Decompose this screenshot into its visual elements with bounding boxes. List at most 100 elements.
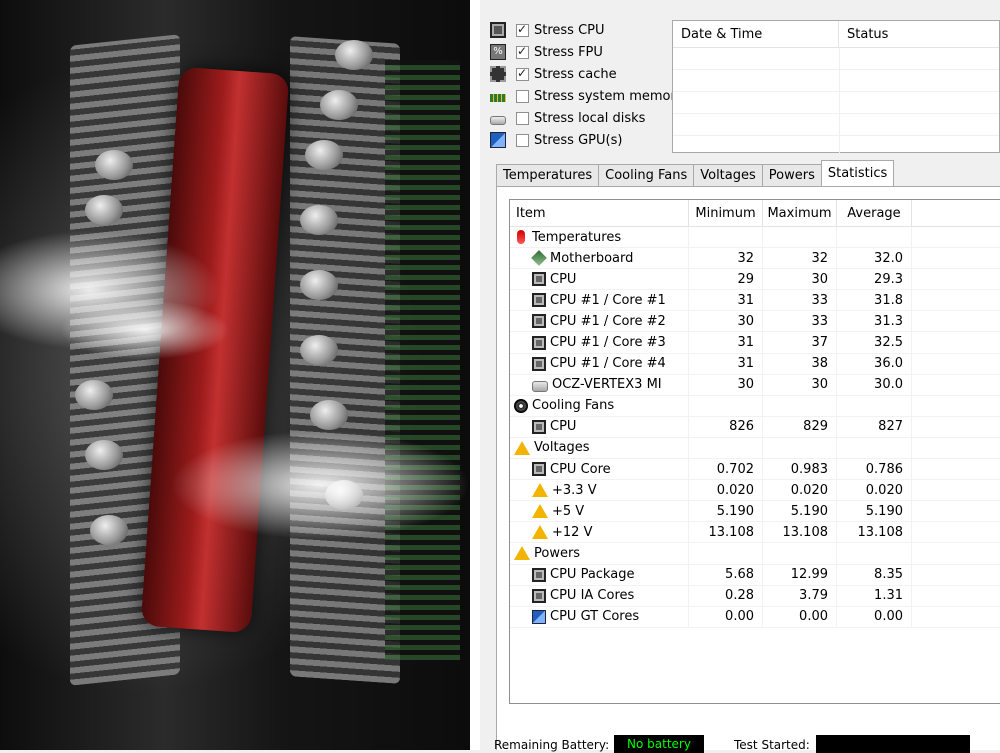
- row-average: 0.020: [837, 480, 912, 501]
- status-bar: Remaining Battery: No battery Test Start…: [494, 735, 1000, 753]
- statistics-row[interactable]: +12 V 13.108 13.108 13.108: [510, 522, 1000, 544]
- row-item-label: +3.3 V: [552, 482, 597, 498]
- stress-cpu-option[interactable]: Stress CPU: [490, 20, 605, 40]
- statistics-table[interactable]: Item Minimum Maximum Average Temperature…: [509, 199, 1000, 704]
- row-average: 0.786: [837, 459, 912, 480]
- heatpipe: [85, 195, 123, 225]
- log-column-datetime[interactable]: Date & Time: [673, 21, 839, 47]
- tab-statistics[interactable]: Statistics: [820, 160, 895, 186]
- statistics-group-row[interactable]: Cooling Fans: [510, 395, 1000, 417]
- heatpipe: [90, 515, 128, 545]
- row-average: 1.31: [837, 585, 912, 606]
- row-average: 31.8: [837, 290, 912, 311]
- statistics-row[interactable]: +5 V 5.190 5.190 5.190: [510, 501, 1000, 523]
- statistics-row[interactable]: CPU 29 30 29.3: [510, 269, 1000, 291]
- warning-icon: [532, 525, 548, 540]
- statistics-row[interactable]: CPU GT Cores 0.00 0.00 0.00: [510, 606, 1000, 628]
- row-minimum: 0.00: [689, 606, 763, 627]
- statistics-row[interactable]: CPU Core 0.702 0.983 0.786: [510, 459, 1000, 481]
- row-average: 32.0: [837, 248, 912, 269]
- heatpipe: [305, 140, 343, 170]
- row-average: 30.0: [837, 374, 912, 395]
- statistics-panel: Item Minimum Maximum Average Temperature…: [496, 186, 1000, 750]
- column-minimum[interactable]: Minimum: [689, 200, 763, 226]
- row-item-cell: CPU Package: [510, 564, 689, 585]
- stress-fpu-label: Stress FPU: [534, 44, 603, 60]
- column-maximum[interactable]: Maximum: [763, 200, 837, 226]
- row-maximum: 5.190: [763, 501, 837, 522]
- log-empty-row: [673, 70, 999, 92]
- tab-voltages[interactable]: Voltages: [693, 164, 763, 186]
- statistics-row[interactable]: CPU #1 / Core #3 31 37 32.5: [510, 332, 1000, 354]
- statistics-row[interactable]: CPU #1 / Core #2 30 33 31.3: [510, 311, 1000, 333]
- stress-memory-option[interactable]: Stress system memory: [490, 86, 684, 106]
- row-maximum: [763, 543, 837, 564]
- row-minimum: 0.28: [689, 585, 763, 606]
- row-item-label: OCZ-VERTEX3 MI: [552, 377, 662, 393]
- stress-gpu-checkbox[interactable]: [516, 133, 529, 147]
- tab-bar: Temperatures Cooling Fans Voltages Power…: [496, 160, 895, 186]
- tab-temperatures[interactable]: Temperatures: [496, 164, 600, 186]
- row-average: [837, 227, 912, 248]
- stress-cache-checkbox[interactable]: [516, 66, 529, 81]
- warning-icon: [514, 546, 530, 561]
- cpu-icon: [532, 588, 546, 603]
- log-column-status[interactable]: Status: [839, 21, 888, 47]
- statistics-row[interactable]: CPU 826 829 827: [510, 416, 1000, 438]
- row-minimum: 13.108: [689, 522, 763, 543]
- stress-cpu-checkbox[interactable]: [516, 22, 529, 37]
- statistics-group-row[interactable]: Voltages: [510, 437, 1000, 460]
- row-minimum: [689, 395, 763, 416]
- statistics-group-row[interactable]: Powers: [510, 543, 1000, 565]
- row-average: 36.0: [837, 353, 912, 374]
- statistics-row[interactable]: +3.3 V 0.020 0.020 0.020: [510, 480, 1000, 502]
- row-item-cell: CPU IA Cores: [510, 585, 689, 606]
- row-item-label: Motherboard: [550, 250, 634, 266]
- row-item-cell: CPU: [510, 269, 689, 290]
- heatpipe: [85, 440, 123, 470]
- statistics-row[interactable]: OCZ-VERTEX3 MI 30 30 30.0: [510, 374, 1000, 396]
- stress-gpu-option[interactable]: Stress GPU(s): [490, 130, 622, 150]
- row-maximum: 13.108: [763, 522, 837, 543]
- stress-fpu-checkbox[interactable]: [516, 44, 529, 59]
- stress-memory-checkbox[interactable]: [516, 89, 529, 103]
- ram-fins: [385, 60, 460, 660]
- row-item-cell: +12 V: [510, 522, 689, 543]
- disk-icon: [490, 115, 506, 125]
- row-minimum: 32: [689, 248, 763, 269]
- tab-cooling-fans[interactable]: Cooling Fans: [598, 164, 695, 186]
- row-item-label: CPU #1 / Core #1: [550, 292, 666, 308]
- statistics-row[interactable]: CPU Package 5.68 12.99 8.35: [510, 564, 1000, 586]
- log-empty-row: [673, 114, 999, 136]
- log-empty-row: [673, 136, 999, 158]
- stress-disks-checkbox[interactable]: [516, 111, 529, 125]
- statistics-row[interactable]: CPU #1 / Core #4 31 38 36.0: [510, 353, 1000, 375]
- row-item-cell: CPU GT Cores: [510, 606, 689, 627]
- cpu-cooler-photo: [0, 0, 470, 750]
- stress-cache-option[interactable]: Stress cache: [490, 64, 617, 84]
- stress-disks-option[interactable]: Stress local disks: [490, 108, 645, 128]
- disk-icon: [532, 380, 548, 392]
- statistics-header: Item Minimum Maximum Average: [510, 200, 1000, 227]
- row-item-cell: CPU #1 / Core #2: [510, 311, 689, 332]
- statistics-group-row[interactable]: Temperatures: [510, 227, 1000, 249]
- row-item-cell: +5 V: [510, 501, 689, 522]
- row-item-label: CPU GT Cores: [550, 609, 640, 625]
- row-item-label: +12 V: [552, 524, 593, 540]
- row-maximum: 32: [763, 248, 837, 269]
- warning-icon: [514, 440, 530, 455]
- event-log[interactable]: Date & Time Status: [672, 20, 1000, 158]
- warning-icon: [532, 483, 548, 498]
- statistics-row[interactable]: CPU #1 / Core #1 31 33 31.8: [510, 290, 1000, 312]
- tab-powers[interactable]: Powers: [761, 164, 822, 186]
- row-maximum: 37: [763, 332, 837, 353]
- statistics-row[interactable]: CPU IA Cores 0.28 3.79 1.31: [510, 585, 1000, 607]
- statistics-row[interactable]: Motherboard 32 32 32.0: [510, 248, 1000, 270]
- row-item-label: Cooling Fans: [532, 398, 615, 414]
- row-item-cell: Powers: [510, 543, 689, 564]
- column-average[interactable]: Average: [837, 200, 912, 226]
- row-item-cell: CPU #1 / Core #4: [510, 353, 689, 374]
- stress-fpu-option[interactable]: % Stress FPU: [490, 42, 603, 62]
- row-item-label: CPU #1 / Core #3: [550, 335, 666, 351]
- column-item[interactable]: Item: [510, 200, 689, 226]
